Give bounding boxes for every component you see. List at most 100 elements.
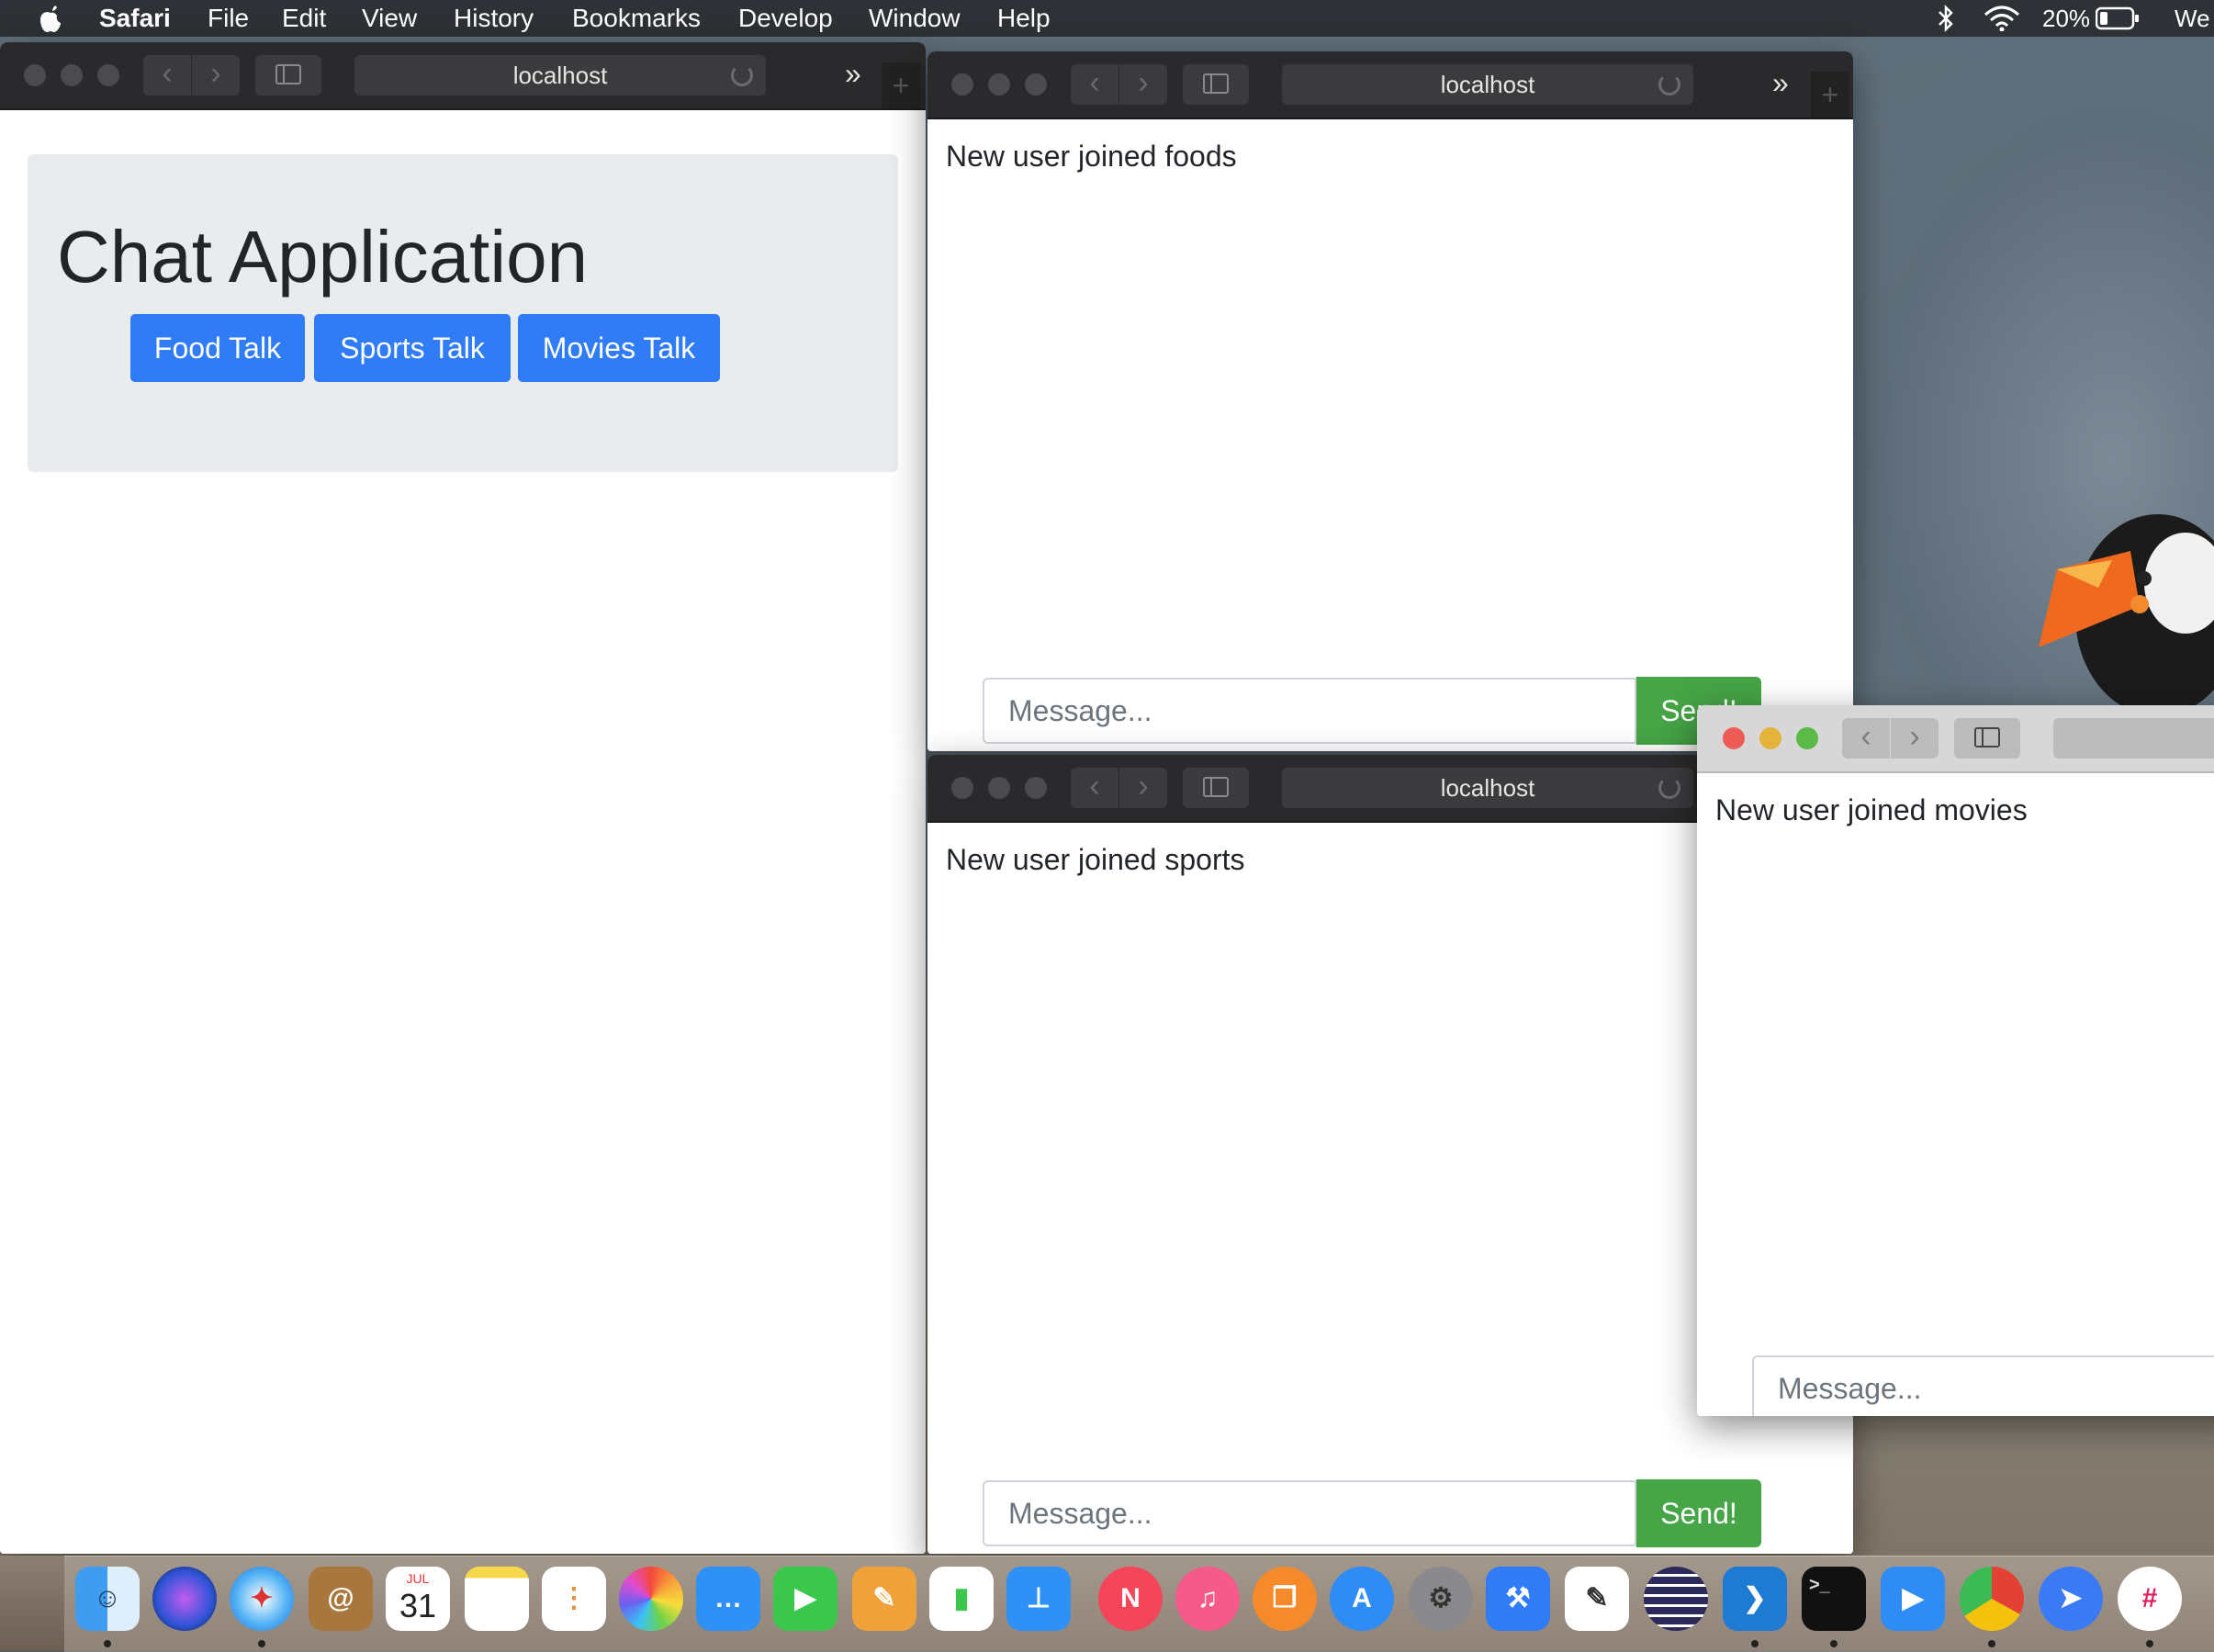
close-button[interactable] bbox=[24, 64, 46, 86]
battery-icon[interactable] bbox=[2096, 6, 2140, 30]
photos-icon[interactable] bbox=[619, 1567, 683, 1631]
bluetooth-icon[interactable] bbox=[1936, 4, 1956, 33]
close-button[interactable] bbox=[951, 777, 973, 799]
sidebar-toggle-button[interactable] bbox=[1183, 768, 1249, 808]
zoom-button[interactable] bbox=[1025, 777, 1047, 799]
menu-app-safari[interactable]: Safari bbox=[99, 4, 171, 33]
notes-icon[interactable] bbox=[465, 1567, 529, 1631]
running-indicator bbox=[1751, 1640, 1759, 1647]
join-notice: New user joined movies bbox=[1715, 793, 2028, 826]
calendar-icon[interactable]: JUL 31 bbox=[386, 1567, 450, 1631]
forward-button[interactable]: › bbox=[191, 55, 240, 96]
back-button[interactable]: ‹ bbox=[143, 55, 191, 96]
back-button[interactable]: ‹ bbox=[1842, 718, 1890, 759]
finder-icon[interactable]: ☺ bbox=[75, 1567, 140, 1631]
menu-bookmarks[interactable]: Bookmarks bbox=[572, 4, 701, 33]
reload-icon[interactable] bbox=[731, 64, 753, 86]
menu-edit[interactable]: Edit bbox=[282, 4, 326, 33]
sports-talk-button[interactable]: Sports Talk bbox=[314, 314, 511, 382]
chat-content-movies: New user joined movies Message... bbox=[1697, 773, 2214, 1416]
zoom-button[interactable] bbox=[97, 64, 119, 86]
running-indicator bbox=[2146, 1640, 2153, 1647]
keynote-icon[interactable]: ⊥ bbox=[1006, 1567, 1071, 1631]
menu-develop[interactable]: Develop bbox=[738, 4, 833, 33]
new-tab-button[interactable]: + bbox=[882, 62, 920, 108]
message-input[interactable]: Message... bbox=[983, 1480, 1636, 1546]
browser-window-foods: ‹ › localhost » + New user joined foods … bbox=[927, 51, 1853, 751]
reload-icon[interactable] bbox=[1658, 777, 1680, 799]
news-icon[interactable]: N bbox=[1098, 1567, 1163, 1631]
chat-content-foods: New user joined foods Message... Send! bbox=[927, 119, 1853, 751]
forward-button[interactable]: › bbox=[1118, 64, 1167, 105]
sidebar-toggle-button[interactable] bbox=[255, 55, 321, 96]
siri-icon[interactable] bbox=[152, 1567, 217, 1631]
running-indicator bbox=[1830, 1640, 1838, 1647]
reload-icon[interactable] bbox=[1658, 73, 1680, 96]
menu-window[interactable]: Window bbox=[869, 4, 961, 33]
join-notice: New user joined foods bbox=[946, 140, 1237, 173]
message-input[interactable]: Message... bbox=[983, 678, 1636, 744]
minimize-button[interactable] bbox=[988, 777, 1010, 799]
address-bar[interactable]: localhost bbox=[354, 55, 766, 96]
close-button[interactable] bbox=[1723, 727, 1745, 749]
wifi-icon[interactable] bbox=[1984, 6, 2020, 31]
xcode-icon[interactable]: ⚒ bbox=[1486, 1567, 1550, 1631]
page-content: Chat Application Food Talk Sports Talk M… bbox=[0, 110, 926, 1554]
sidebar-icon bbox=[1203, 73, 1229, 94]
running-indicator bbox=[258, 1640, 265, 1647]
forward-button[interactable]: › bbox=[1890, 718, 1939, 759]
clock[interactable]: We bbox=[2175, 4, 2210, 33]
pages-icon[interactable]: ✎ bbox=[852, 1567, 916, 1631]
sidebar-toggle-button[interactable] bbox=[1954, 718, 2020, 759]
address-bar[interactable] bbox=[2053, 718, 2214, 759]
eclipse-icon[interactable] bbox=[1644, 1567, 1708, 1631]
overflow-chevron-icon[interactable]: » bbox=[1772, 64, 1789, 101]
food-talk-button[interactable]: Food Talk bbox=[130, 314, 305, 382]
minimize-button[interactable] bbox=[61, 64, 83, 86]
messages-icon[interactable]: … bbox=[696, 1567, 760, 1631]
menu-file[interactable]: File bbox=[208, 4, 249, 33]
textedit-icon[interactable]: ✎ bbox=[1565, 1567, 1629, 1631]
zoom-button[interactable] bbox=[1796, 727, 1818, 749]
close-button[interactable] bbox=[951, 73, 973, 96]
menu-help[interactable]: Help bbox=[997, 4, 1051, 33]
send-button[interactable]: Send! bbox=[1636, 1479, 1761, 1547]
page-title: Chat Application bbox=[57, 216, 589, 298]
terminal-icon[interactable]: >_ bbox=[1802, 1567, 1866, 1631]
contacts-icon[interactable]: @ bbox=[309, 1567, 373, 1631]
menu-history[interactable]: History bbox=[454, 4, 534, 33]
direct-mail-icon[interactable]: ➤ bbox=[2039, 1567, 2103, 1631]
message-input[interactable]: Message... bbox=[1752, 1355, 2214, 1416]
minimize-button[interactable] bbox=[988, 73, 1010, 96]
app-store-icon[interactable]: A bbox=[1330, 1567, 1394, 1631]
address-bar[interactable]: localhost bbox=[1282, 768, 1693, 808]
chrome-icon[interactable] bbox=[1960, 1567, 2024, 1631]
apple-menu-icon[interactable] bbox=[37, 3, 64, 34]
facetime-icon[interactable]: ▶ bbox=[773, 1567, 837, 1631]
movies-talk-button[interactable]: Movies Talk bbox=[518, 314, 720, 382]
slack-icon[interactable]: # bbox=[2118, 1567, 2182, 1631]
zoom-button[interactable] bbox=[1025, 73, 1047, 96]
back-button[interactable]: ‹ bbox=[1071, 64, 1118, 105]
menu-bar: Safari File Edit View History Bookmarks … bbox=[0, 0, 2214, 37]
new-tab-button[interactable]: + bbox=[1811, 72, 1849, 118]
overflow-chevron-icon[interactable]: » bbox=[845, 55, 861, 92]
sidebar-icon bbox=[275, 64, 301, 84]
vscode-icon[interactable]: ❯ bbox=[1723, 1567, 1787, 1631]
calendar-day: 31 bbox=[399, 1587, 437, 1624]
numbers-icon[interactable]: ▮ bbox=[929, 1567, 994, 1631]
url-text: localhost bbox=[512, 62, 608, 89]
music-icon[interactable]: ♫ bbox=[1175, 1567, 1240, 1631]
forward-button[interactable]: › bbox=[1118, 768, 1167, 808]
reminders-icon[interactable]: ⋮ bbox=[542, 1567, 606, 1631]
books-icon[interactable]: ❐ bbox=[1253, 1567, 1317, 1631]
zoom-icon[interactable]: ▶ bbox=[1881, 1567, 1945, 1631]
safari-icon[interactable]: ✦ bbox=[230, 1567, 294, 1631]
address-bar[interactable]: localhost bbox=[1282, 64, 1693, 105]
sidebar-toggle-button[interactable] bbox=[1183, 64, 1249, 105]
back-button[interactable]: ‹ bbox=[1071, 768, 1118, 808]
url-text: localhost bbox=[1440, 774, 1535, 802]
minimize-button[interactable] bbox=[1759, 727, 1781, 749]
system-preferences-icon[interactable]: ⚙ bbox=[1409, 1567, 1473, 1631]
menu-view[interactable]: View bbox=[362, 4, 417, 33]
